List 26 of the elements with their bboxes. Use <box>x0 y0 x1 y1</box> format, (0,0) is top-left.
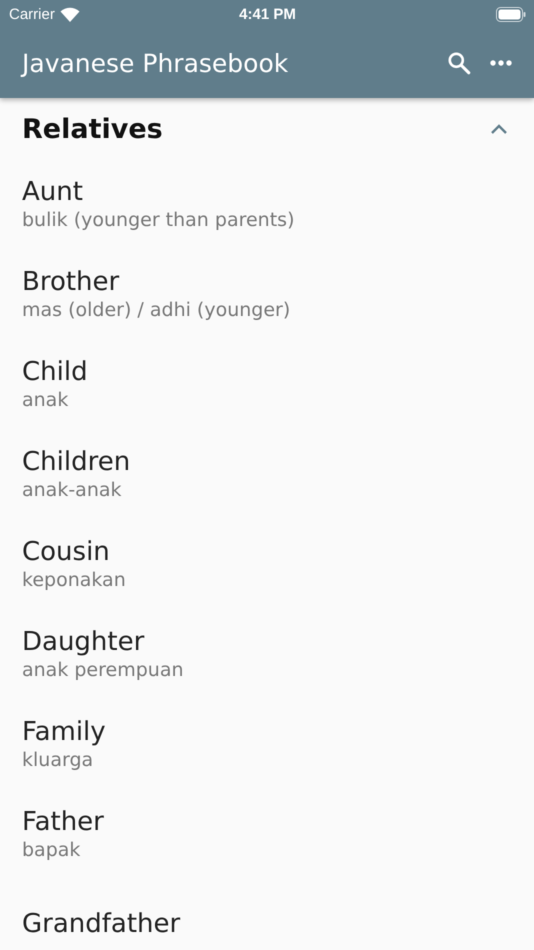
carrier-label: Carrier <box>9 6 55 22</box>
phrase-term[interactable]: Daughter <box>22 628 512 658</box>
phrase-translation: anak <box>22 388 70 412</box>
section-title: Relatives <box>22 114 163 144</box>
phrase-translation: bulik (younger than parents) <box>22 208 296 232</box>
phrase-term[interactable]: Aunt <box>22 178 512 208</box>
phrase-term[interactable]: Family <box>22 718 512 748</box>
phrase-term[interactable]: Children <box>22 448 512 478</box>
search-icon <box>446 50 472 76</box>
phrase-translation: kluarga <box>22 748 94 772</box>
status-time: 4:41 PM <box>238 6 297 22</box>
phrase-translation: bapak <box>22 838 82 862</box>
battery-icon <box>496 6 526 22</box>
phrase-translation: anak-anak <box>22 478 123 502</box>
more-icon <box>490 60 512 66</box>
phrase-translation: keponakan <box>22 568 127 592</box>
phrase-term[interactable]: Cousin <box>22 538 512 568</box>
phrase-term[interactable]: Grandfather <box>22 910 512 940</box>
phrase-translation: mas (older) / adhi (younger) <box>22 298 292 322</box>
phrase-term[interactable]: Brother <box>22 268 512 298</box>
app-title: Javanese Phrasebook <box>22 48 290 78</box>
wifi-icon <box>60 6 80 22</box>
phrase-term[interactable]: Father <box>22 808 512 838</box>
phrase-translation: anak perempuan <box>22 658 184 682</box>
phrase-term[interactable]: Child <box>22 358 512 388</box>
chevron-icon <box>490 123 508 135</box>
